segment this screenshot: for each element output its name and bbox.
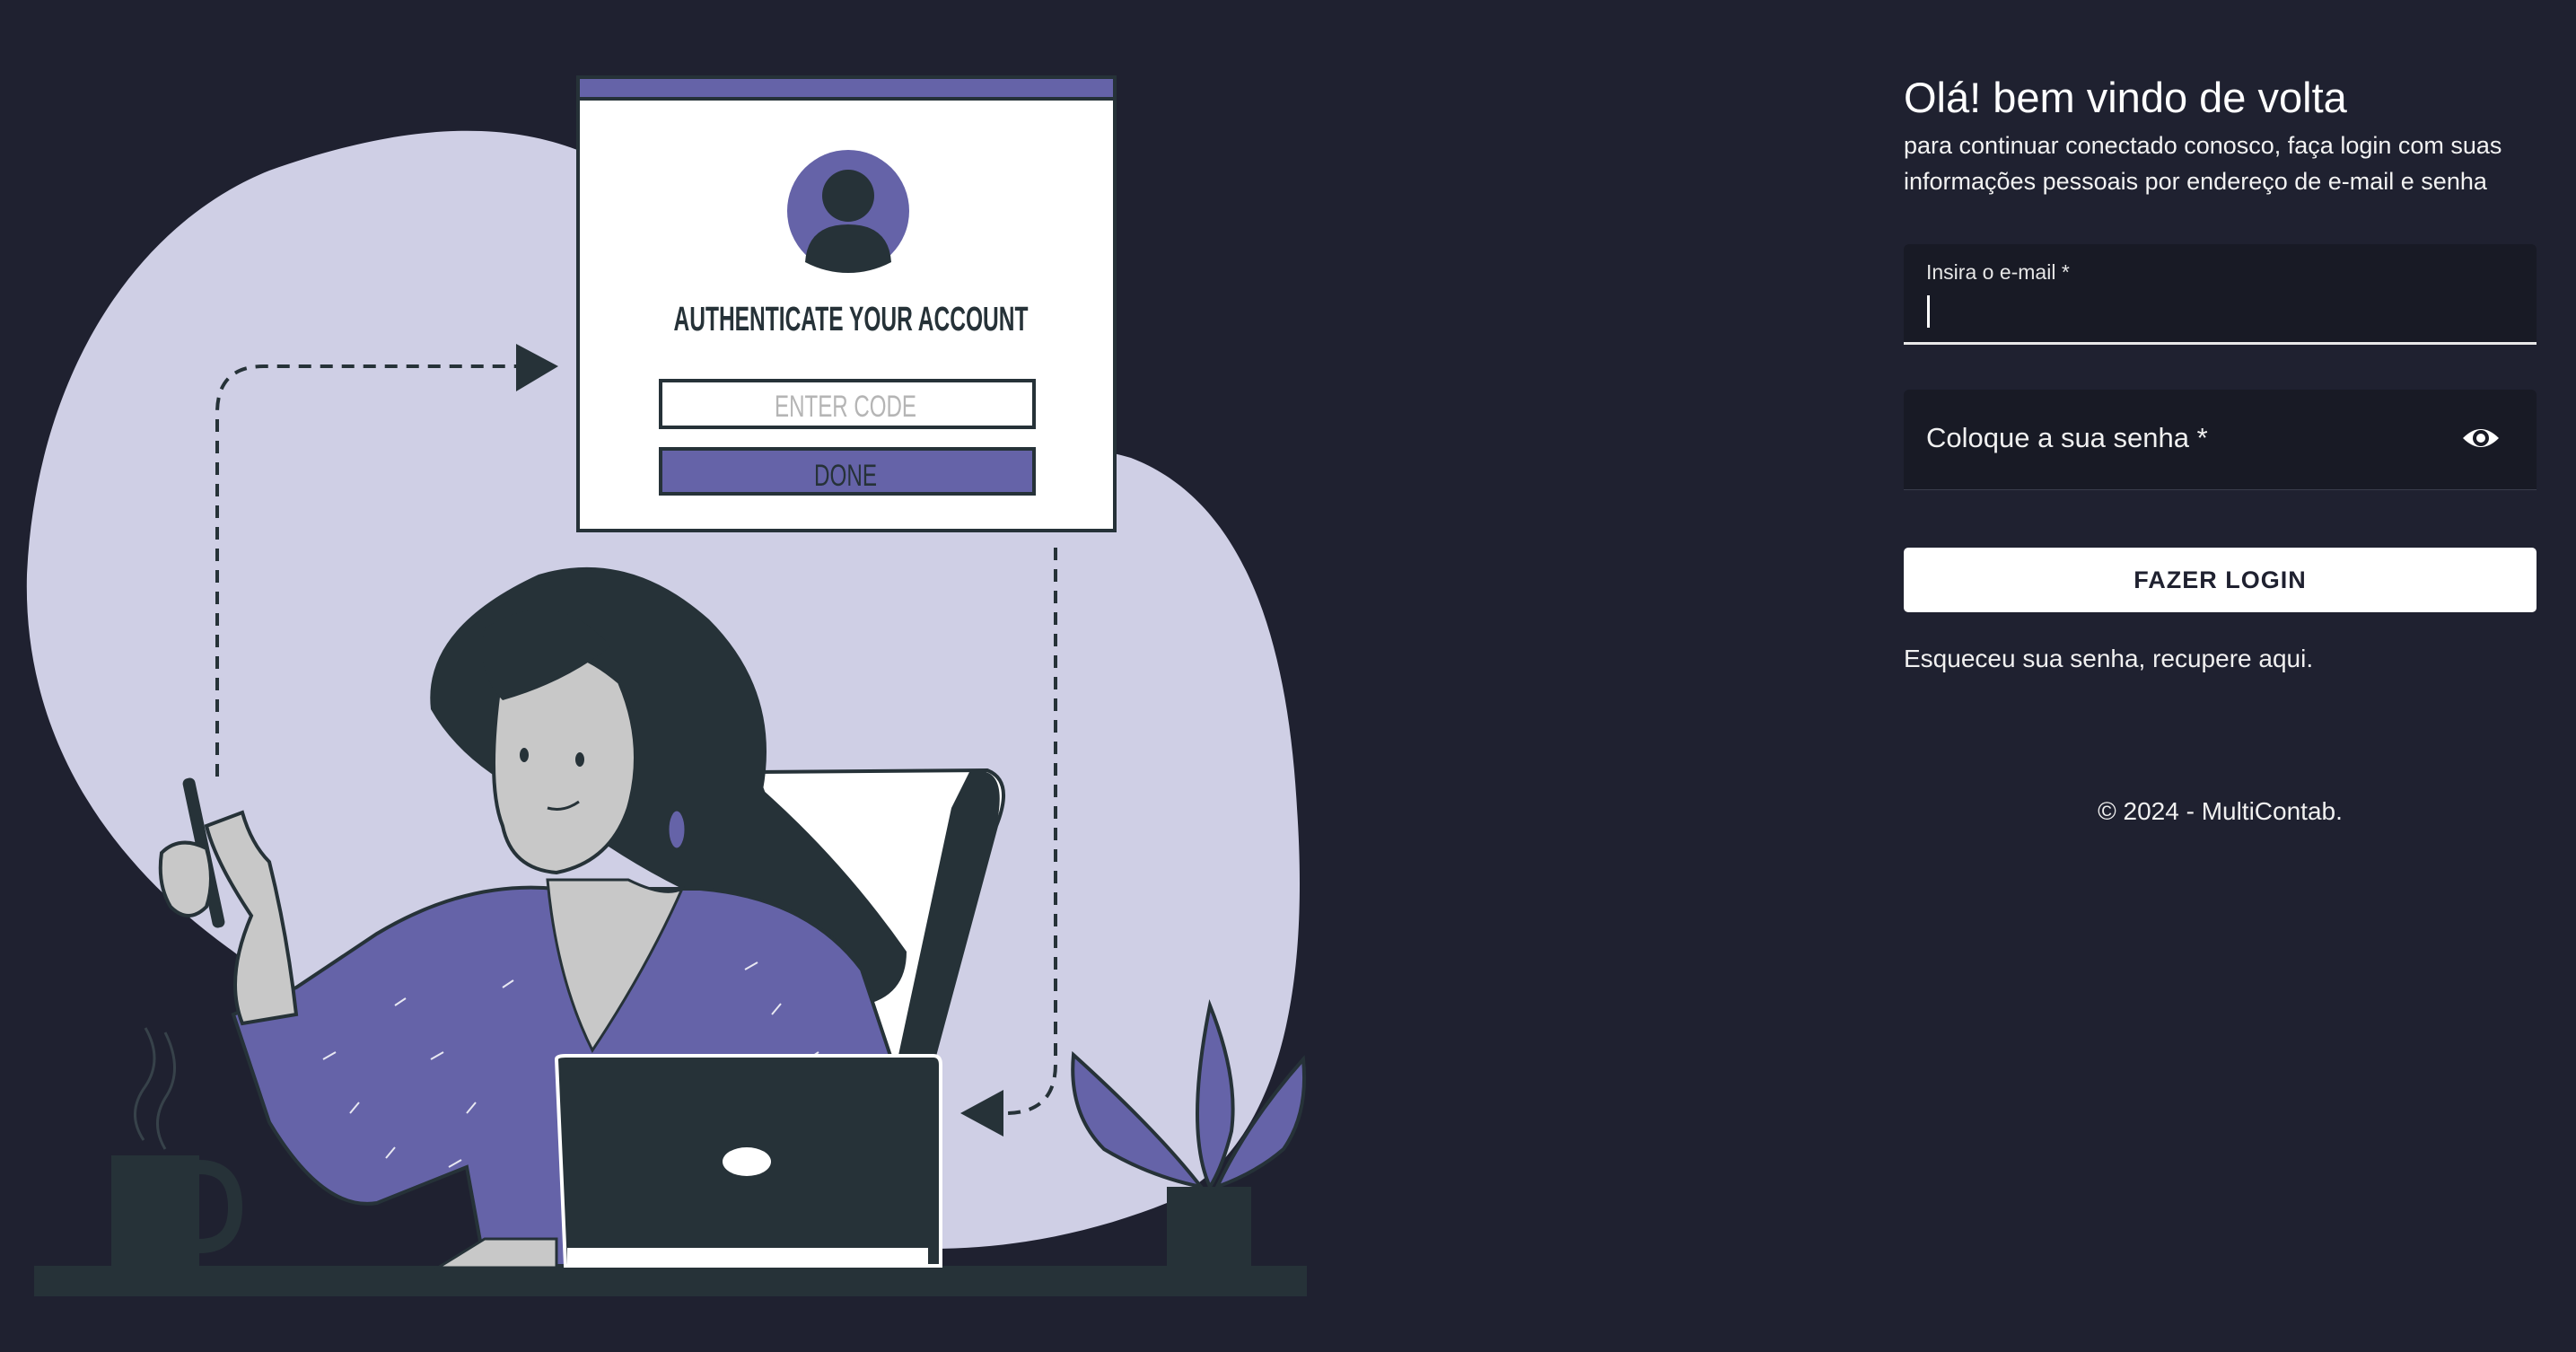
- copyright: © 2024 - MultiContab.: [2098, 797, 2343, 825]
- desk: [34, 1266, 1307, 1296]
- email-field[interactable]: Insira o e-mail *: [1904, 244, 2537, 345]
- mug-icon: [111, 1027, 243, 1267]
- text-caret: [1927, 295, 1930, 328]
- user-avatar-icon: [787, 150, 909, 273]
- auth-card: AUTHENTICATE YOUR ACCOUNT ENTER CODE DON…: [576, 75, 1117, 532]
- welcome-subtitle: para continuar conectado conosco, faça l…: [1904, 132, 2502, 195]
- login-illustration: AUTHENTICATE YOUR ACCOUNT ENTER CODE DON…: [26, 75, 1307, 1296]
- auth-card-title: AUTHENTICATE YOUR ACCOUNT: [674, 301, 1029, 338]
- earring: [666, 808, 688, 851]
- welcome-title: Olá! bem vindo de volta: [1904, 74, 2347, 121]
- eye-icon[interactable]: [2461, 420, 2501, 456]
- email-label: Insira o e-mail *: [1926, 260, 2070, 284]
- forgot-password-link[interactable]: Esqueceu sua senha, recupere aqui.: [1904, 645, 2537, 673]
- login-button[interactable]: FAZER LOGIN: [1904, 548, 2537, 612]
- done-label: DONE: [814, 459, 877, 493]
- laptop-logo: [723, 1147, 771, 1176]
- password-label: Coloque a sua senha *: [1926, 422, 2208, 453]
- login-panel: Olá! bem vindo de volta para continuar c…: [1904, 70, 2537, 826]
- email-input[interactable]: [1926, 291, 2501, 330]
- password-field[interactable]: Coloque a sua senha *: [1904, 390, 2537, 490]
- code-placeholder: ENTER CODE: [775, 390, 916, 424]
